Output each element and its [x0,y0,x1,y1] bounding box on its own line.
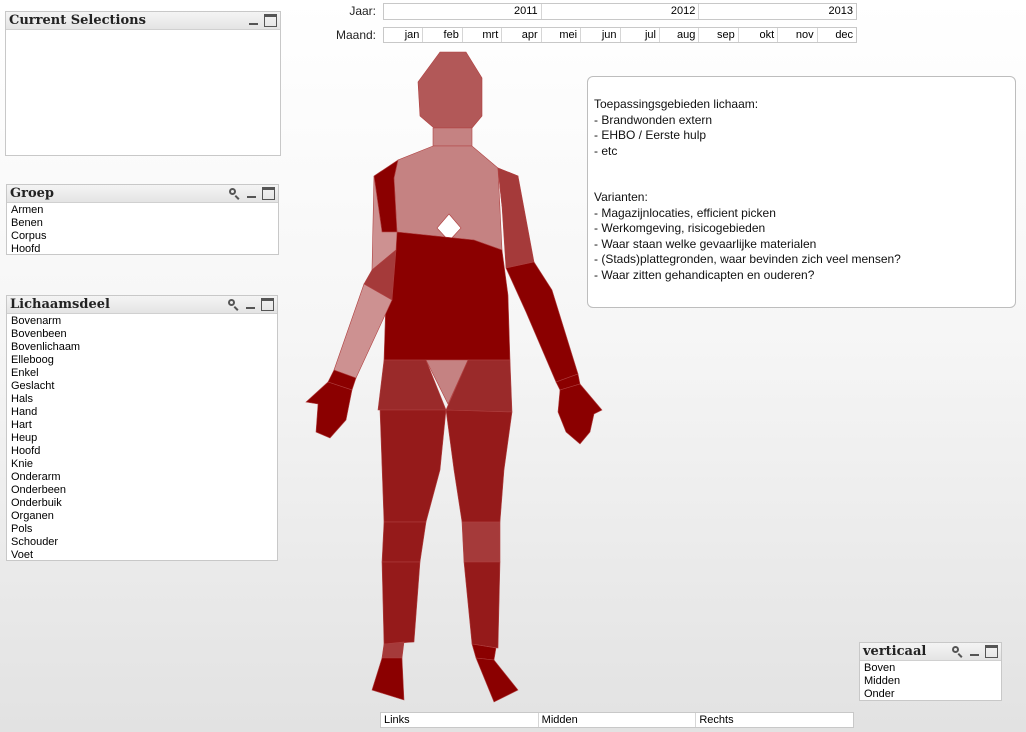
thigh-right-region[interactable] [445,409,513,523]
info-line: - EHBO / Eerste hulp [594,128,707,142]
list-item[interactable]: Midden [862,675,999,688]
torso-region[interactable] [383,231,511,361]
verticaal-caption: verticaal [860,643,1001,661]
maximize-icon[interactable] [985,645,998,658]
shin-right-region[interactable] [463,561,501,649]
info-line: - Waar zitten gehandicapten en ouderen? [594,267,815,282]
info-line: - etc [594,143,618,158]
info-line: Varianten: [594,190,648,204]
knee-left-region[interactable] [381,521,427,563]
horizontaal-selector: Links Midden Rechts [380,712,854,728]
info-line: - Waar staan welke gevaarlijke materiale… [594,236,817,251]
list-item[interactable]: Onder [862,688,999,700]
search-icon[interactable] [951,645,964,658]
verticaal-list: Boven Midden Onder [862,662,999,700]
info-line: Toepassingsgebieden lichaam: [594,97,759,111]
info-line: - Magazijnlocaties, efficient picken [594,205,776,220]
upper-arm-right-region[interactable] [497,167,535,269]
info-line [594,159,1009,175]
forearm-right-region[interactable] [505,261,579,383]
info-line: - Brandwonden extern [594,112,713,127]
info-line: - (Stads)plattegronden, waar bevinden zi… [594,252,901,266]
knee-right-region[interactable] [461,521,501,563]
verticaal-listbox: verticaal Boven Midden Onder [859,642,1002,701]
foot-left-region[interactable] [371,657,405,701]
thigh-left-region[interactable] [379,409,447,523]
info-line: - Werkomgeving, risicogebieden [594,221,766,235]
hand-right-region[interactable] [557,383,603,445]
horizontaal-cell[interactable]: Links [381,713,539,727]
verticaal-title: verticaal [863,644,927,659]
foot-right-region[interactable] [475,657,519,703]
hand-left-region[interactable] [305,381,353,439]
shin-left-region[interactable] [381,561,421,645]
head-region[interactable] [417,51,483,129]
list-item[interactable]: Boven [862,662,999,675]
minimize-icon[interactable] [968,645,981,658]
ankle-left-region[interactable] [381,641,405,659]
horizontaal-cell[interactable]: Rechts [696,713,853,727]
info-textbox: Toepassingsgebieden lichaam: - Brandwond… [587,76,1016,308]
neck-region[interactable] [432,127,473,147]
info-line [594,175,1009,191]
horizontaal-cell[interactable]: Midden [539,713,697,727]
